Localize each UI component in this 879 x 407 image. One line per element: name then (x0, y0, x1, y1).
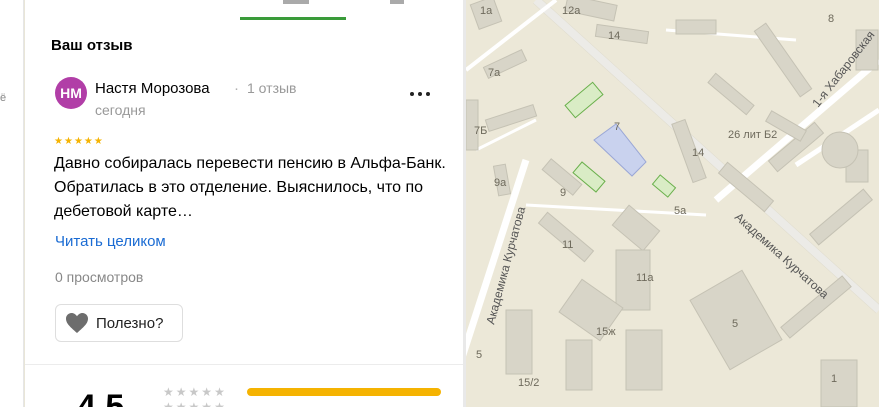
star-icon: ★ (83, 136, 93, 147)
map-label: 1а (480, 5, 493, 17)
map-label: 7а (488, 67, 501, 79)
heart-icon (66, 313, 88, 333)
map-label: 14 (692, 147, 704, 159)
map-view[interactable]: 1а 12а 8 14 7а 7Б 7 26 лит Б2 14 9а 9 5а… (442, 0, 879, 407)
star-icon: ★ (73, 136, 83, 147)
rating-row-stars: ★ ★ ★ ★ ★ (163, 401, 225, 407)
review-stars: ★ ★ ★ ★ ★ (54, 137, 103, 147)
active-tab-indicator (240, 17, 346, 20)
useful-label: Полезно? (96, 314, 164, 332)
tab-stub[interactable] (283, 0, 309, 4)
sidebar-edge-glyph: ё (0, 92, 7, 104)
star-icon: ★ (175, 385, 187, 399)
section-title: Ваш отзыв (51, 37, 133, 54)
star-icon: ★ (214, 400, 225, 407)
star-icon: ★ (163, 385, 174, 399)
star-icon: ★ (54, 136, 63, 147)
rating-value: 4,5 (77, 388, 125, 407)
more-options-button[interactable] (405, 84, 435, 104)
dot-icon (426, 92, 430, 96)
map-label: 14 (608, 30, 620, 42)
star-icon: ★ (188, 400, 200, 407)
star-icon: ★ (163, 400, 174, 407)
views-count: 0 просмотров (55, 269, 144, 285)
map-label: 1 (831, 373, 837, 385)
star-icon: ★ (201, 400, 213, 407)
star-icon: ★ (188, 385, 200, 399)
section-divider (25, 364, 463, 365)
map-label: 5 (732, 318, 738, 330)
star-icon: ★ (63, 136, 73, 147)
author-review-count: 1 отзыв (247, 80, 297, 96)
map-label: 5 (476, 349, 482, 361)
map-label: 11 (562, 239, 573, 251)
rating-row-stars: ★ ★ ★ ★ ★ (163, 386, 225, 398)
map-label: 9а (494, 177, 507, 189)
meta-separator: · (234, 80, 239, 97)
map-label: 7 (614, 121, 620, 133)
map-label: 12а (562, 5, 581, 17)
author-name[interactable]: Настя Морозова (95, 80, 210, 97)
map-label: 7Б (474, 125, 487, 137)
map-label: 11а (636, 272, 654, 284)
rating-distribution-bar (247, 388, 441, 396)
map-canvas[interactable]: 1а 12а 8 14 7а 7Б 7 26 лит Б2 14 9а 9 5а… (442, 0, 879, 407)
star-icon: ★ (214, 385, 225, 399)
map-label: 26 лит Б2 (728, 129, 777, 141)
left-sidebar-edge: ё (0, 0, 24, 407)
dot-icon (410, 92, 414, 96)
dot-icon (418, 92, 422, 96)
star-icon: ★ (93, 136, 103, 147)
review-date: сегодня (95, 102, 146, 118)
avatar[interactable]: НМ (55, 77, 87, 109)
star-icon: ★ (201, 385, 213, 399)
screen: ё Ваш отзыв НМ Настя Морозова · 1 отзыв … (0, 0, 879, 407)
map-label: 15/2 (518, 377, 539, 389)
map-label: 9 (560, 187, 566, 199)
useful-button[interactable]: Полезно? (55, 304, 183, 342)
read-more-link[interactable]: Читать целиком (55, 233, 166, 250)
review-text: Давно собиралась перевести пенсию в Альф… (54, 155, 446, 220)
star-icon: ★ (175, 400, 187, 407)
review-panel: Ваш отзыв НМ Настя Морозова · 1 отзыв се… (25, 0, 463, 407)
tab-stub[interactable] (390, 0, 404, 4)
map-label: 5а (674, 205, 687, 217)
map-label: 15ж (596, 326, 616, 338)
map-label: 8 (828, 13, 834, 25)
